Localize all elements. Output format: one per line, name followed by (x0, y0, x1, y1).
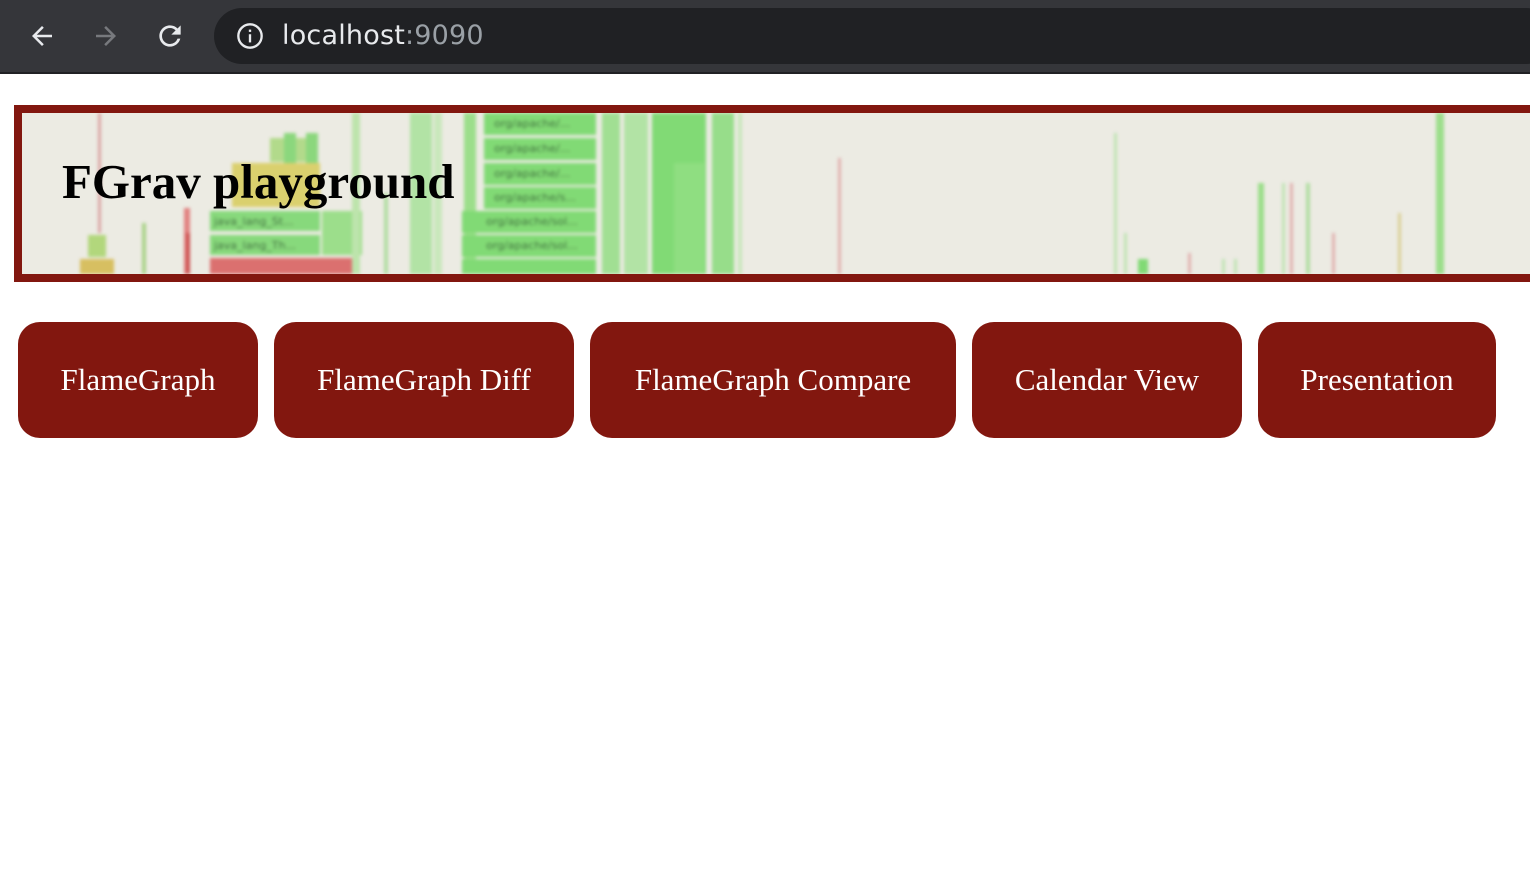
svg-text:java_lang_St...: java_lang_St... (213, 215, 294, 228)
svg-text:org/apache/s...: org/apache/s... (494, 191, 576, 204)
back-button[interactable] (24, 18, 60, 54)
info-circle-icon[interactable] (236, 22, 264, 50)
svg-text:org/apache/...: org/apache/... (494, 167, 570, 180)
svg-text:org/apache/...: org/apache/... (494, 117, 570, 130)
calendar-view-button[interactable]: Calendar View (972, 322, 1242, 438)
svg-text:org/apache/sol...: org/apache/sol... (486, 215, 578, 228)
svg-text:org/apache/...: org/apache/... (494, 142, 570, 155)
svg-text:java_lang_Th...: java_lang_Th... (213, 239, 296, 252)
url-port: :9090 (405, 20, 484, 51)
svg-text:org/apache/sol...: org/apache/sol... (486, 239, 578, 252)
browser-toolbar: localhost:9090 (0, 0, 1530, 74)
arrow-left-icon (32, 26, 52, 46)
flamegraph-button[interactable]: FlameGraph (18, 322, 258, 438)
address-bar[interactable]: localhost:9090 (214, 8, 1530, 64)
presentation-button[interactable]: Presentation (1258, 322, 1496, 438)
url-text[interactable]: localhost:9090 (282, 20, 484, 52)
header-banner: org/apache/... org/apache/... org/apache… (14, 105, 1530, 282)
reload-button[interactable] (152, 18, 188, 54)
forward-button[interactable] (88, 18, 124, 54)
reload-icon (159, 25, 181, 47)
url-host: localhost (282, 20, 405, 51)
flamegraph-compare-button[interactable]: FlameGraph Compare (590, 322, 956, 438)
page-title: FGrav playground (62, 154, 455, 209)
flamegraph-diff-button[interactable]: FlameGraph Diff (274, 322, 574, 438)
arrow-right-icon (96, 26, 116, 46)
